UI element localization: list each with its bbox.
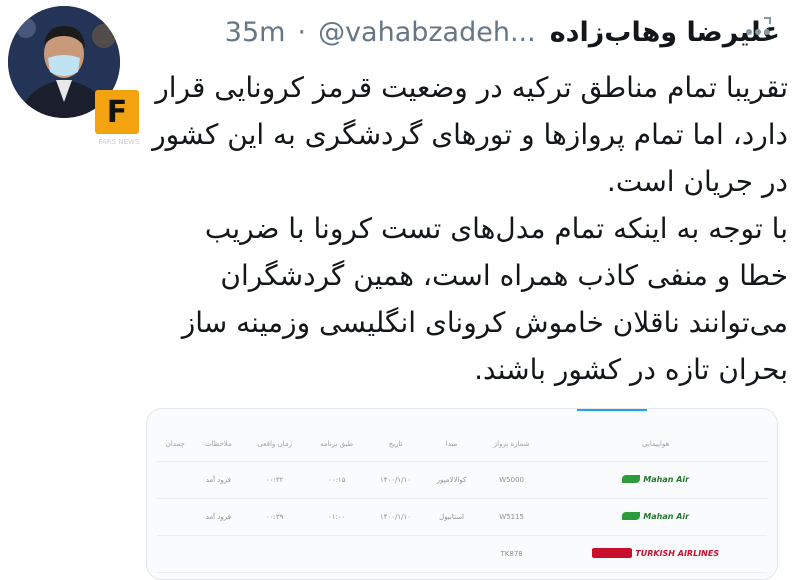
mahan-air-mark-icon: [622, 475, 641, 484]
origin-cell: استانبول: [424, 498, 479, 536]
actual-time-cell: ۰۰:۳۹: [243, 498, 307, 536]
mahan-air-mark-icon: [622, 512, 641, 521]
news-agency-logo-letter: F: [106, 94, 128, 130]
logo-watermark: FARS NEWS: [98, 138, 140, 146]
remarks-cell: فرود آمد: [193, 498, 244, 536]
date-cell: ۱۴۰۰/۱/۱۰: [367, 498, 425, 536]
column-header: هواپیمایی: [544, 427, 767, 462]
table-header-row: هواپیمایی شماره پرواز مبدا تاریخ طبق برن…: [157, 427, 767, 462]
column-header: طبق برنامه: [306, 427, 367, 462]
origin-cell: [424, 535, 479, 573]
airline-cell: Mahan Air: [544, 498, 767, 536]
tweet-text: تقریبا تمام مناطق ترکیه در وضعیت قرمز کر…: [148, 64, 788, 393]
more-options-button[interactable]: [736, 12, 780, 48]
scheduled-cell: [306, 535, 367, 573]
flight-number-cell: W5115: [478, 498, 545, 536]
airline-cell: TURKISH AIRLINES: [544, 535, 767, 573]
flight-table: هواپیمایی شماره پرواز مبدا تاریخ طبق برن…: [157, 427, 767, 573]
news-agency-logo: F: [95, 90, 139, 134]
tweet-time[interactable]: 35m: [225, 17, 286, 48]
flight-number-cell: TK878: [478, 535, 545, 573]
attached-image-card[interactable]: هواپیمایی شماره پرواز مبدا تاریخ طبق برن…: [146, 408, 778, 580]
column-header: ملاحظات: [193, 427, 244, 462]
airline-cell: Mahan Air: [544, 461, 767, 499]
column-header: چمدان: [157, 427, 194, 462]
mahan-air-logo: Mahan Air: [622, 475, 689, 484]
header-separator: ·: [297, 16, 307, 48]
baggage-cell: [157, 461, 194, 499]
tweet-paragraph-2: با توجه به اینکه تمام مدل‌های تست کرونا …: [181, 212, 788, 386]
actual-time-cell: [243, 535, 307, 573]
actual-time-cell: ۰۰:۳۲: [243, 461, 307, 499]
scheduled-cell: ۰۰:۱۵: [306, 461, 367, 499]
card-accent-line: [577, 409, 647, 411]
tweet-header: علیرضا وهاب‌زاده @vahabzadeh... · 35m: [140, 4, 780, 60]
date-cell: [367, 535, 425, 573]
table-row: TURKISH AIRLINES TK878: [157, 535, 767, 573]
baggage-cell: [157, 535, 194, 573]
scheduled-cell: ۰۱:۰۰: [306, 498, 367, 536]
remarks-cell: فرود آمد: [193, 461, 244, 499]
remarks-cell: [193, 535, 244, 573]
column-header: مبدا: [424, 427, 479, 462]
flight-number-cell: W5000: [478, 461, 545, 499]
column-header: زمان واقعی: [243, 427, 307, 462]
column-header: تاریخ: [367, 427, 425, 462]
user-handle[interactable]: @vahabzadeh...: [318, 17, 536, 48]
origin-cell: کوالالامپور: [424, 461, 479, 499]
tweet-paragraph-1: تقریبا تمام مناطق ترکیه در وضعیت قرمز کر…: [152, 71, 788, 198]
table-row: Mahan Air W5000 کوالالامپور ۱۴۰۰/۱/۱۰ ۰۰…: [157, 461, 767, 499]
more-options-icon: [746, 17, 771, 35]
baggage-cell: [157, 498, 194, 536]
column-header: شماره پرواز: [478, 427, 545, 462]
date-cell: ۱۴۰۰/۱/۱۰: [367, 461, 425, 499]
mahan-air-logo: Mahan Air: [622, 512, 689, 521]
table-row: Mahan Air W5115 استانبول ۱۴۰۰/۱/۱۰ ۰۱:۰۰…: [157, 498, 767, 536]
